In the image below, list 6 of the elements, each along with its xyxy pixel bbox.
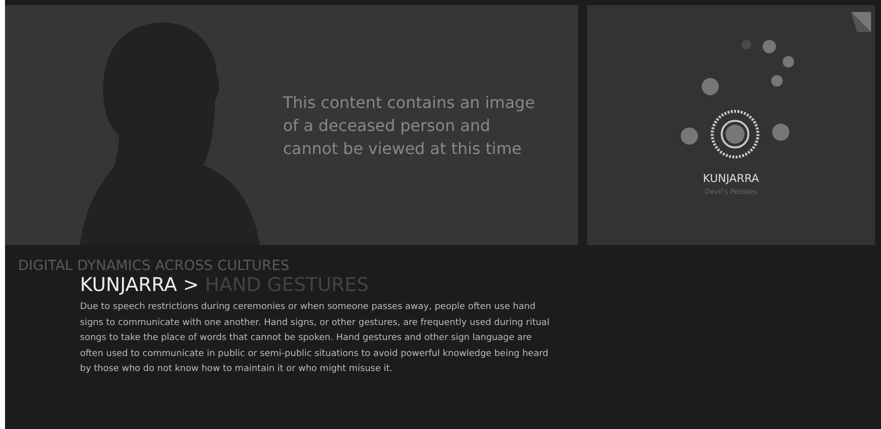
breadcrumb-link[interactable]: KUNJARRA > [80, 274, 199, 296]
page-corner-icon[interactable] [851, 12, 871, 32]
section-heading: DIGITAL DYNAMICS ACROSS CULTURES [18, 258, 290, 274]
notice-text: This content contains an image of a deceased person and cannot be viewed at this time [283, 92, 536, 160]
story-title: KUNJARRA [702, 172, 760, 185]
body-paragraph: Due to speech restrictions during ceremonies or when someone passes away, people often use hand signs to communicate with one another. Hand signs, or other gestures, are frequently used during ritual songs to take the place of words that cannot be spoken. Hand gestures and other sign language are often used to communicate in public or semi-public situations to avoid powerful knowledge being heard by those who do not know how to maintain it or who might misuse it. [80, 301, 550, 376]
